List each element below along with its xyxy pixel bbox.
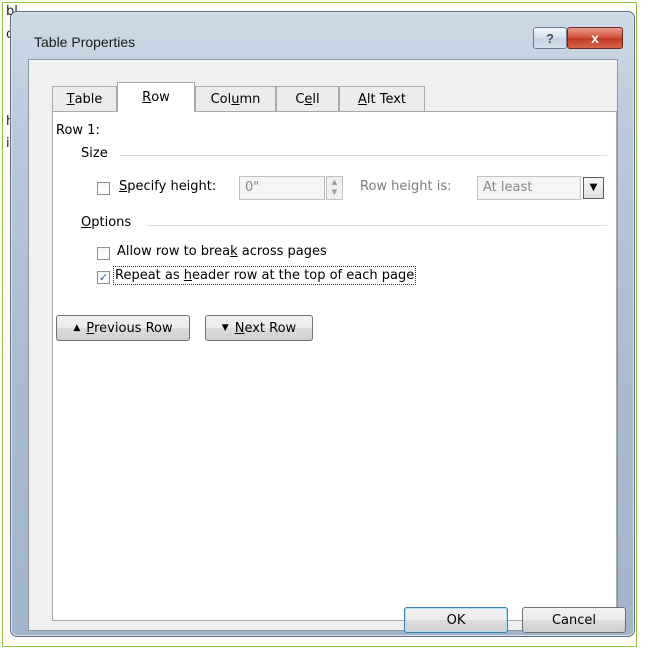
height-input[interactable]: 0" [239, 176, 325, 200]
next-row-mnemonic: N [234, 320, 245, 336]
spin-up-icon[interactable]: ▲ [327, 177, 342, 187]
tab-cell-label-start: C [295, 91, 305, 107]
tab-row-mnemonic: R [142, 90, 152, 105]
tab-column-mnemonic: u [231, 91, 240, 107]
repeat-header-mnemonic: h [183, 268, 193, 283]
allow-break-checkbox[interactable] [97, 247, 110, 260]
next-row-button[interactable]: ▼ Next Row [205, 315, 313, 341]
specify-height-label[interactable]: Specify height: [119, 179, 216, 194]
tab-table[interactable]: Table [52, 86, 117, 111]
help-button[interactable]: ? [533, 27, 567, 49]
options-text: ptions [91, 215, 132, 230]
tab-cell[interactable]: Ce ll [276, 86, 339, 111]
size-group-label: Size [81, 146, 108, 161]
repeat-header-checkbox[interactable]: ✓ [97, 271, 110, 284]
specify-height-checkbox[interactable] [97, 182, 110, 195]
ok-button[interactable]: OK [404, 607, 508, 633]
cancel-button[interactable]: Cancel [522, 607, 626, 633]
tab-table-label: able [74, 91, 103, 107]
row-height-is-label: Row height is: [360, 179, 452, 194]
tab-column-label-end: mn [239, 91, 261, 107]
dialog-client-area: Table Row Col u mn Ce ll Alt Text Row 1: Si… [28, 59, 626, 633]
tab-alt-text-label: lt Text [366, 91, 407, 107]
tab-alt-text[interactable]: Alt Text [339, 86, 425, 111]
allow-break-text-start: Allow row to brea [117, 244, 231, 259]
tab-row-label: ow [151, 90, 170, 105]
height-spinner[interactable]: ▲ ▼ [326, 176, 343, 200]
checkmark-icon: ✓ [98, 271, 109, 284]
specify-height-text: pecify height: [127, 179, 217, 194]
dialog-title: Table Properties [34, 34, 136, 50]
row-height-mode-select[interactable]: At least [477, 176, 581, 200]
options-mnemonic: O [81, 215, 92, 230]
close-button[interactable]: x [567, 27, 623, 49]
repeat-header-label[interactable]: Repeat as header row at the top of each … [112, 266, 417, 285]
help-icon: ? [546, 30, 554, 46]
previous-row-label: revious Row [94, 320, 173, 336]
options-group-separator [147, 225, 607, 226]
triangle-up-icon: ▲ [73, 323, 81, 333]
allow-break-mnemonic: k [230, 244, 238, 259]
tab-cell-label-end: ll [312, 91, 320, 107]
size-group-separator [120, 155, 607, 156]
options-group-label: Options [81, 215, 131, 230]
spin-down-icon[interactable]: ▼ [327, 187, 342, 197]
repeat-header-text-end: eader row at the top of each page [192, 268, 415, 283]
triangle-down-icon: ▼ [221, 323, 229, 333]
chevron-down-icon[interactable]: ▼ [583, 177, 604, 199]
previous-row-mnemonic: P [86, 320, 95, 336]
tab-table-mnemonic: T [66, 91, 75, 107]
tab-column-label-start: Col [210, 91, 232, 107]
tab-column[interactable]: Col u mn [195, 86, 276, 111]
allow-break-text-end: across pages [237, 244, 327, 259]
close-icon: x [591, 30, 599, 46]
row-heading: Row 1: [56, 123, 100, 138]
tab-cell-mnemonic: e [304, 91, 313, 107]
allow-break-label[interactable]: Allow row to break across pages [117, 244, 327, 259]
previous-row-button[interactable]: ▲ Previous Row [56, 315, 190, 341]
row-tab-panel: Row 1: Size Specify height: 0" ▲ ▼ Row h… [52, 111, 617, 621]
tab-alt-text-mnemonic: A [357, 91, 367, 107]
tab-row[interactable]: Row [117, 82, 195, 112]
table-properties-dialog: Table Properties ? x Table Row Col u mn Ce… [10, 11, 635, 637]
next-row-label: ext Row [244, 320, 297, 336]
repeat-header-text-start: Repeat as [115, 268, 184, 283]
